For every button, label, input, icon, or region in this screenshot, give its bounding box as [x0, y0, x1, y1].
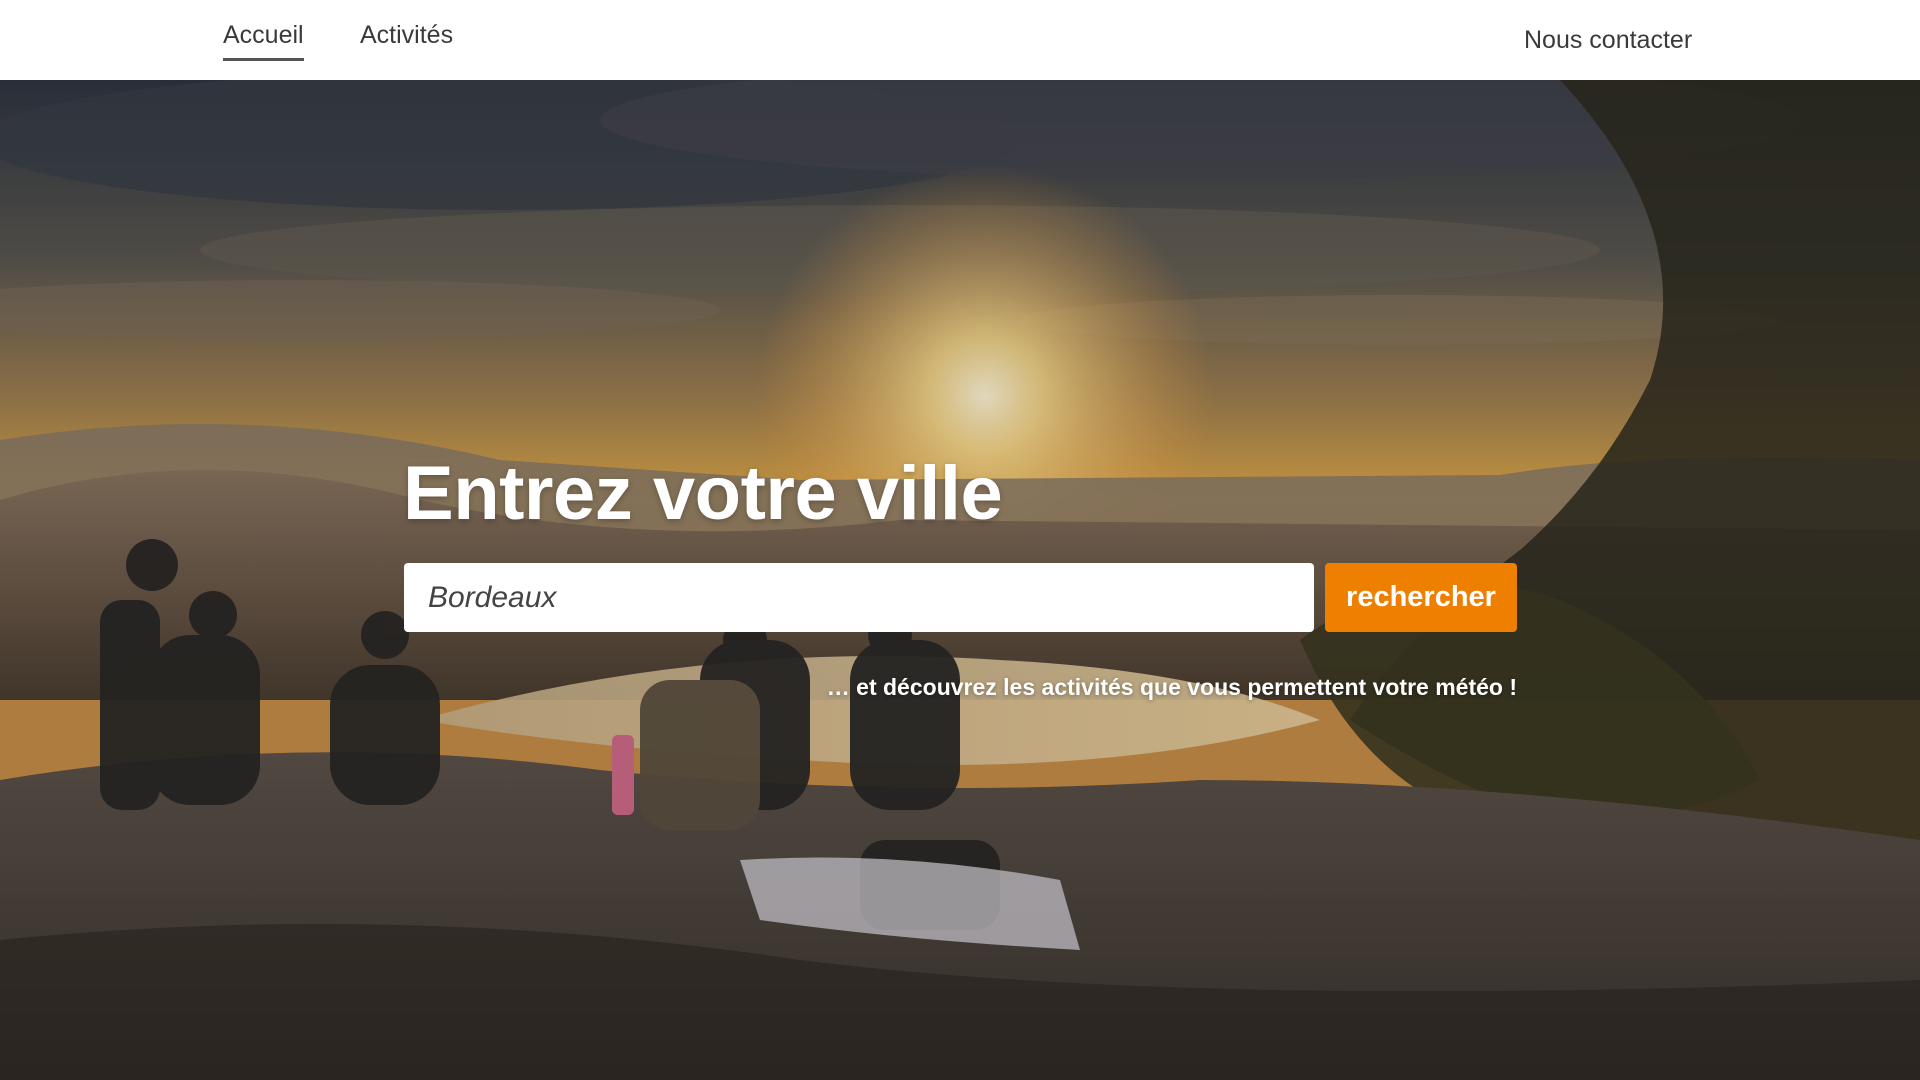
hero-title: Entrez votre ville — [403, 451, 1003, 536]
top-navigation: Accueil Activités Nous contacter — [0, 0, 1920, 80]
hero-subtitle: … et découvrez les activités que vous pe… — [826, 674, 1517, 700]
nav-link-home[interactable]: Accueil — [223, 21, 304, 61]
nav-link-contact[interactable]: Nous contacter — [1524, 26, 1692, 55]
nav-link-activities[interactable]: Activités — [360, 21, 453, 50]
search-button[interactable]: rechercher — [1325, 563, 1517, 632]
city-search-input[interactable] — [404, 563, 1314, 632]
